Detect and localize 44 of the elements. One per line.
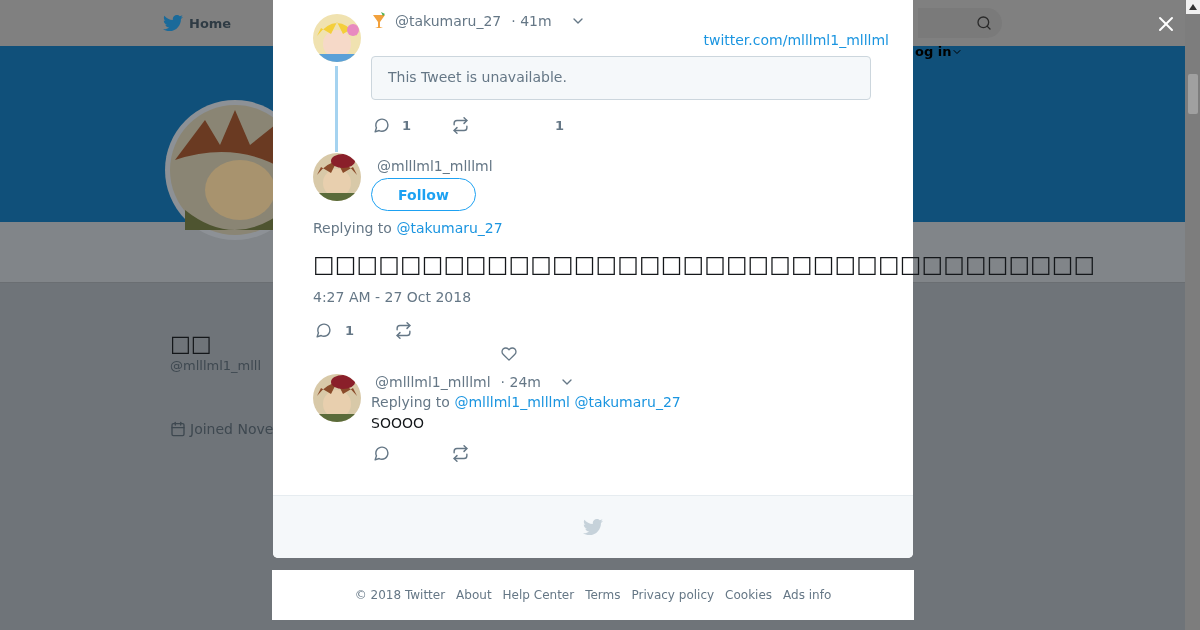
reply-icon[interactable] [373,116,390,134]
tweet-time: · 24m [500,374,541,390]
login-link[interactable]: og in [915,44,952,59]
search-icon[interactable] [976,15,992,31]
user-handle[interactable]: @takumaru_27 [395,13,502,29]
tweet-timestamp: 4:27 AM - 27 Oct 2018 [313,289,473,305]
footer-link[interactable]: About [456,588,492,602]
mention-link[interactable]: @takumaru_27 [574,394,681,410]
reply-count: 1 [402,117,412,133]
mention-link[interactable]: @takumaru_27 [396,220,503,236]
bird-icon [583,517,603,537]
footer-link[interactable]: © 2018 Twitter [354,588,446,602]
cocktail-icon [371,12,387,30]
replying-to-text: Replying to @takumaru_27 [313,220,504,236]
profile-name: □□ [170,331,212,357]
arrow-up-icon[interactable] [1188,4,1197,10]
calendar-icon [170,421,186,437]
mention-link[interactable]: @mlllml1_mlllml [454,394,570,410]
reply-count: 1 [345,322,355,338]
tweet-text: SOOOO [371,415,425,431]
home-link[interactable]: Home [189,15,232,31]
reply-icon[interactable] [373,445,390,462]
tweet-time: · 41m [511,13,552,29]
like-icon[interactable] [501,346,517,362]
footer-link[interactable]: Help Center [502,588,575,602]
tweet-text: □□□□□□□□□□□□□□□□□□□□□□□□□□□□□□□□□□□□ [313,250,1096,279]
quoted-tweet: This Tweet is unavailable. [371,56,871,100]
reply-icon[interactable] [315,321,332,339]
retweet-icon[interactable] [395,321,413,339]
profile-link[interactable]: twitter.com/mlllml1_mlllml [703,32,889,48]
footer-link[interactable]: Ads info [783,588,832,602]
scrollbar-thumb[interactable] [1187,74,1198,114]
user-handle[interactable]: @mlllml1_mlllml [375,374,491,390]
scrollbar[interactable] [1185,0,1200,630]
footer-link[interactable]: Privacy policy [631,588,715,602]
retweet-icon[interactable] [452,445,469,462]
retweet-icon[interactable] [452,116,470,134]
search-field[interactable] [918,8,1002,38]
like-count: 1 [555,117,565,133]
follow-button[interactable]: Follow [371,178,476,211]
user-handle[interactable]: @mlllml1_mlllml [377,158,493,174]
replying-to-text: Replying to @mlllml1_mlllml @takumaru_27 [371,394,681,410]
footer-link[interactable]: Cookies [725,588,773,602]
footer-link[interactable]: Terms [585,588,621,602]
